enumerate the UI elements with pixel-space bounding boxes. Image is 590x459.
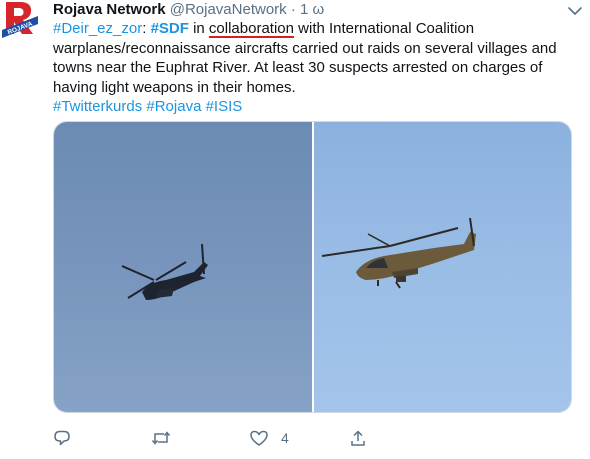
separator-dot: · bbox=[290, 1, 296, 18]
photo-helicopter-left[interactable] bbox=[54, 122, 312, 412]
media-grid bbox=[53, 121, 572, 413]
text-colon: : bbox=[142, 20, 151, 37]
reply-button[interactable] bbox=[53, 428, 83, 448]
hashtag-twitterkurds[interactable]: #Twitterkurds bbox=[53, 98, 142, 115]
like-count: 4 bbox=[281, 430, 289, 446]
reply-icon bbox=[53, 429, 71, 447]
hashtag-sdf[interactable]: #SDF bbox=[151, 20, 189, 37]
underlined-word: collaboration bbox=[208, 20, 294, 37]
helicopter-silhouette-right bbox=[321, 217, 476, 289]
retweet-icon bbox=[151, 429, 171, 447]
handle[interactable]: @RojavaNetwork bbox=[170, 1, 287, 18]
tweet-text: #Deir_ez_zor: #SDF in collaboration with… bbox=[53, 19, 578, 117]
helicopter-silhouette-left bbox=[121, 243, 208, 300]
like-icon bbox=[249, 429, 269, 447]
hashtag-deir-ez-zor[interactable]: #Deir_ez_zor bbox=[53, 20, 142, 37]
display-name[interactable]: Rojava Network bbox=[53, 1, 166, 18]
share-icon bbox=[349, 429, 367, 447]
rojava-logo: ROJAVA bbox=[0, 0, 40, 40]
timestamp[interactable]: 1 ω bbox=[300, 1, 324, 18]
retweet-button[interactable] bbox=[151, 428, 183, 448]
hashtag-isis[interactable]: #ISIS bbox=[206, 98, 243, 115]
avatar[interactable]: ROJAVA bbox=[0, 0, 40, 40]
caret-down-icon[interactable] bbox=[566, 2, 584, 20]
tweet-header: Rojava Network @RojavaNetwork · 1 ω bbox=[53, 0, 324, 20]
like-button[interactable]: 4 bbox=[249, 428, 289, 448]
action-bar: 4 bbox=[53, 428, 373, 448]
hashtag-rojava[interactable]: #Rojava bbox=[146, 98, 201, 115]
share-button[interactable] bbox=[349, 428, 379, 448]
tweet: ROJAVA Rojava Network @RojavaNetwork · 1… bbox=[0, 0, 590, 459]
photo-helicopter-right[interactable] bbox=[314, 122, 571, 412]
text-in: in bbox=[188, 20, 209, 37]
